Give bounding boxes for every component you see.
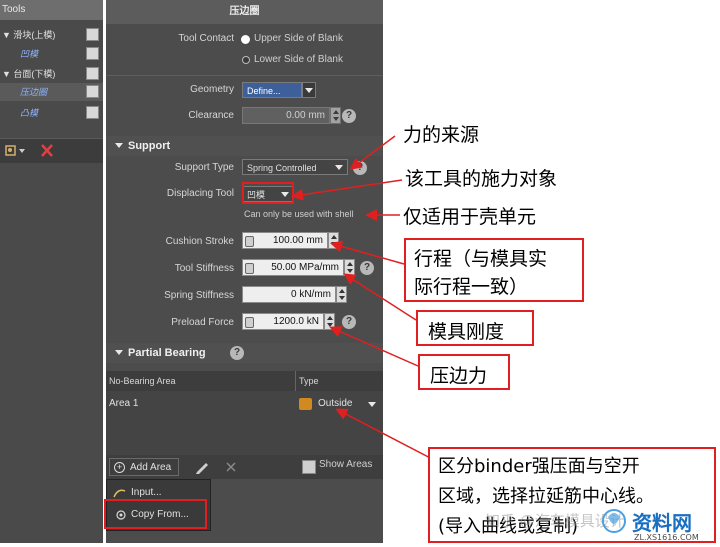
annotation-apply-target: 该工具的施力对象 bbox=[405, 168, 558, 190]
arrow-cushion-stroke bbox=[330, 240, 405, 265]
annotation-force-source: 力的来源 bbox=[403, 124, 480, 146]
annotation-stroke-box: 行程（与模具实 际行程一致） bbox=[404, 238, 584, 302]
brand-url: ZL.XS1616.COM bbox=[634, 533, 699, 542]
annotation-stroke-line1: 行程（与模具实 bbox=[414, 248, 548, 270]
brand-watermark: 资料网 ZL.XS1616.COM bbox=[600, 505, 715, 545]
annotation-stiffness: 模具刚度 bbox=[428, 321, 505, 343]
arrow-support-type bbox=[349, 135, 396, 170]
arrow-partial-bearing bbox=[335, 408, 439, 463]
annotation-binder-force: 压边力 bbox=[430, 365, 488, 387]
arrow-preload-force bbox=[329, 326, 419, 367]
annotation-binder-force-box: 压边力 bbox=[418, 354, 510, 390]
annotation-shell-only: 仅适用于壳单元 bbox=[403, 206, 537, 228]
brand-logo-icon bbox=[602, 509, 626, 533]
annotation-stroke-line2: 际行程一致） bbox=[414, 276, 529, 298]
brand-name: 资料网 bbox=[632, 511, 692, 535]
arrow-displacing-tool bbox=[291, 179, 403, 201]
annotation-stiffness-box: 模具刚度 bbox=[416, 310, 534, 346]
annotation-binder-area-line1: 区分binder强压面与空开 bbox=[438, 456, 640, 477]
